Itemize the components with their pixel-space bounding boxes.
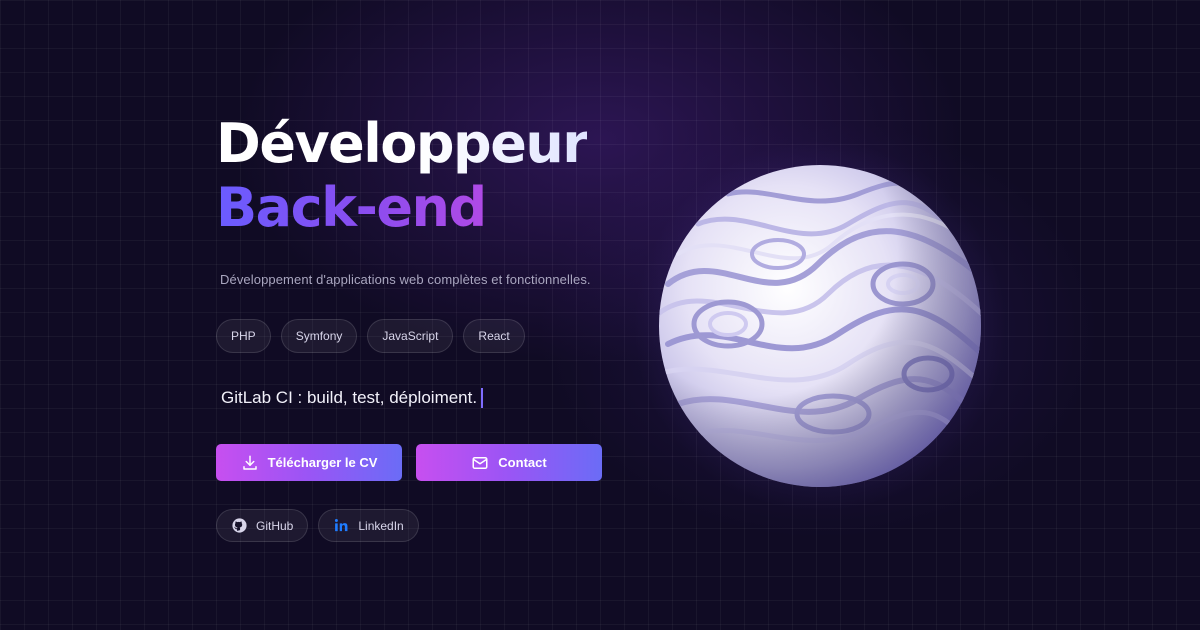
github-link[interactable]: GitHub bbox=[216, 509, 309, 542]
tag-javascript: JavaScript bbox=[367, 319, 454, 353]
download-cv-button[interactable]: Télécharger le CV bbox=[216, 444, 402, 481]
hero-title: Développeur Back-end bbox=[216, 112, 636, 240]
hero-subtitle: Développement d'applications web complèt… bbox=[220, 272, 591, 287]
abstract-sphere-image bbox=[659, 165, 981, 487]
tag-react: React bbox=[463, 319, 525, 353]
title-line-1: Développeur bbox=[216, 112, 589, 175]
hero-orb bbox=[618, 124, 1022, 528]
contact-label: Contact bbox=[498, 455, 547, 470]
typing-caret bbox=[481, 388, 484, 408]
typing-line: GitLab CI : build, test, déploiment. bbox=[221, 388, 484, 408]
contact-button[interactable]: Contact bbox=[416, 444, 602, 481]
linkedin-icon bbox=[335, 519, 348, 532]
social-links: GitHub LinkedIn bbox=[216, 509, 419, 542]
github-label: GitHub bbox=[256, 518, 294, 533]
tag-php: PHP bbox=[216, 319, 271, 353]
linkedin-link[interactable]: LinkedIn bbox=[318, 509, 419, 542]
tech-tags: PHP Symfony JavaScript React bbox=[216, 319, 525, 353]
typing-text: GitLab CI : build, test, déploiment. bbox=[221, 388, 478, 407]
title-line-2: Back-end bbox=[216, 176, 487, 239]
github-icon bbox=[232, 518, 247, 533]
mail-icon bbox=[472, 456, 488, 469]
download-cv-label: Télécharger le CV bbox=[267, 455, 378, 470]
tag-symfony: Symfony bbox=[280, 319, 358, 353]
action-buttons: Télécharger le CV Contact bbox=[216, 444, 602, 481]
download-icon bbox=[242, 455, 257, 470]
linkedin-label: LinkedIn bbox=[358, 518, 404, 533]
